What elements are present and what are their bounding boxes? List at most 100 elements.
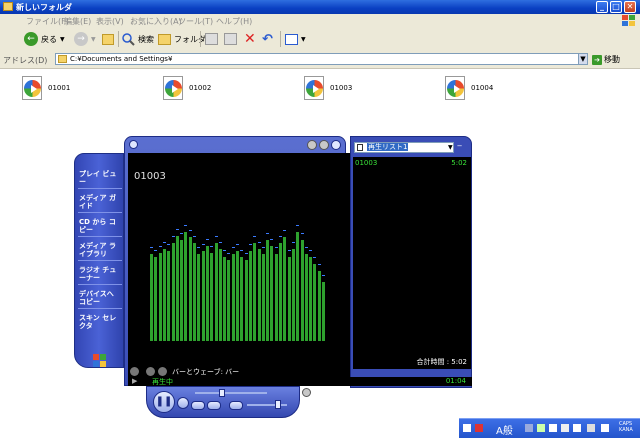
spectrum-peak — [227, 252, 231, 254]
tray-icon[interactable] — [601, 424, 609, 432]
spectrum-peak — [223, 250, 227, 251]
track-name: 01003 — [134, 171, 166, 182]
spectrum-peak — [274, 247, 278, 249]
playlist-collapse-button[interactable]: ‒ — [457, 141, 462, 150]
player-menu-button[interactable] — [129, 140, 138, 149]
equalizer-toggle-button[interactable] — [302, 388, 311, 397]
tray-icon[interactable] — [475, 424, 483, 432]
menu-favorites[interactable]: お気に入り(A) — [130, 16, 182, 27]
go-button[interactable]: ➔ 移動 — [592, 54, 620, 65]
sidebar-divider — [78, 284, 122, 285]
status-bar: ▶ 再生中 01:04 — [128, 377, 472, 386]
maximize-button[interactable]: □ — [610, 1, 622, 13]
spectrum-bar — [218, 248, 222, 341]
next-button[interactable] — [207, 401, 221, 410]
stop-button[interactable] — [177, 397, 189, 409]
playlist-select[interactable]: 再生リスト1 ▼ — [354, 142, 454, 153]
delete-button[interactable]: ✕ — [244, 31, 256, 47]
views-button[interactable]: ▼ — [285, 31, 306, 47]
spectrum-peak — [167, 244, 171, 246]
sidebar-item-skin-chooser[interactable]: スキン セレクタ — [79, 314, 121, 330]
skin-mode-button[interactable] — [319, 140, 329, 150]
tray-icon[interactable] — [537, 424, 545, 432]
spectrum-bar — [304, 254, 308, 341]
minimize-button[interactable]: _ — [596, 1, 608, 13]
taskbar-tray: A般 CAPS KANA — [459, 418, 640, 438]
up-folder-button[interactable] — [102, 31, 114, 47]
previous-visualization-button[interactable] — [146, 367, 155, 376]
copy-to-button[interactable] — [224, 31, 237, 47]
back-button[interactable]: ← 戻る ▼ — [24, 31, 65, 47]
volume-thumb[interactable] — [275, 400, 281, 409]
minimize-player-button[interactable] — [307, 140, 317, 150]
tray-icon[interactable] — [525, 424, 533, 432]
playlist-total-time: 合計時間 : 5:02 — [416, 358, 467, 366]
spectrum-peak — [218, 241, 222, 243]
ime-indicator[interactable]: A般 — [496, 422, 513, 437]
forward-arrow-icon: → — [74, 32, 88, 46]
elapsed-time: 01:04 — [445, 377, 466, 385]
menu-help[interactable]: ヘルプ(H) — [216, 16, 252, 27]
tray-icon[interactable] — [549, 424, 557, 432]
menu-view[interactable]: 表示(V) — [96, 16, 124, 27]
spectrum-bar — [231, 254, 235, 341]
menu-tools[interactable]: ツール(T) — [178, 16, 213, 27]
pause-button[interactable]: ❚❚ — [153, 391, 175, 413]
sidebar-divider — [78, 212, 122, 213]
spectrum-peak — [201, 244, 205, 246]
sidebar-item-cd-copy[interactable]: CD から コピー — [79, 218, 121, 234]
sidebar-item-media-guide[interactable]: メディア ガイド — [79, 194, 121, 210]
tray-icon[interactable] — [573, 424, 581, 432]
sidebar-item-radio-tuner[interactable]: ラジオ チューナー — [79, 266, 121, 282]
spectrum-bar — [287, 257, 291, 341]
address-bar: アドレス(D) C:¥Documents and Settings¥ ▼ ➔ 移… — [0, 51, 640, 69]
spectrum-bar — [210, 252, 214, 341]
sidebar-item-now-playing[interactable]: プレイ ビュー — [79, 170, 121, 186]
spectrum-bar — [257, 248, 261, 341]
spectrum-bar — [274, 254, 278, 341]
spectrum-bar — [171, 243, 175, 341]
close-button[interactable]: ✕ — [624, 1, 636, 13]
spectrum-bar — [291, 248, 295, 341]
spectrum-bar — [205, 245, 209, 341]
search-icon — [122, 32, 135, 46]
spectrum-peak — [188, 230, 192, 232]
spectrum-bar — [309, 257, 313, 341]
tray-icon[interactable] — [587, 424, 595, 432]
sidebar-item-copy-to-device[interactable]: デバイスへ コピー — [79, 290, 121, 306]
tray-icon[interactable] — [463, 424, 471, 432]
next-visualization-button[interactable] — [158, 367, 167, 376]
file-item[interactable]: 01004 — [445, 74, 493, 102]
visualization-controls: バーとウェーブ: バー — [128, 365, 350, 377]
file-item[interactable]: 01003 — [304, 74, 352, 102]
spectrum-peak — [296, 224, 300, 226]
spectrum-bar — [223, 257, 227, 341]
menu-file[interactable]: ファイル(F) — [26, 16, 69, 27]
spectrum-bar — [184, 231, 188, 341]
seek-bar[interactable] — [195, 392, 267, 394]
search-button[interactable]: 検索 — [122, 31, 154, 47]
sidebar-item-media-library[interactable]: メディア ライブラリ — [79, 242, 121, 258]
seek-thumb[interactable] — [219, 389, 225, 397]
address-dropdown-button[interactable]: ▼ — [578, 53, 588, 65]
tray-icon[interactable] — [561, 424, 569, 432]
file-item[interactable]: 01002 — [163, 74, 211, 102]
spectrum-peak — [248, 244, 252, 246]
file-item[interactable]: 01001 — [22, 74, 70, 102]
undo-icon: ↶ — [262, 31, 273, 47]
mute-button[interactable] — [229, 401, 243, 410]
forward-button[interactable]: → ▼ — [74, 31, 96, 47]
volume-slider[interactable] — [247, 404, 287, 406]
toggle-playlist-button[interactable] — [331, 140, 341, 150]
folders-button[interactable]: フォルダ — [158, 31, 206, 47]
previous-button[interactable] — [191, 401, 205, 410]
spectrum-bar — [154, 257, 158, 341]
menu-edit[interactable]: 編集(E) — [64, 16, 91, 27]
spectrum-peak — [322, 275, 325, 277]
playlist-item[interactable]: 01003 5:02 — [355, 159, 469, 167]
visualization-options-button[interactable] — [130, 367, 139, 376]
address-input[interactable]: C:¥Documents and Settings¥ — [55, 53, 588, 65]
spectrum-peak — [197, 247, 201, 249]
move-to-button[interactable] — [205, 31, 218, 47]
undo-button[interactable]: ↶ — [262, 31, 273, 47]
